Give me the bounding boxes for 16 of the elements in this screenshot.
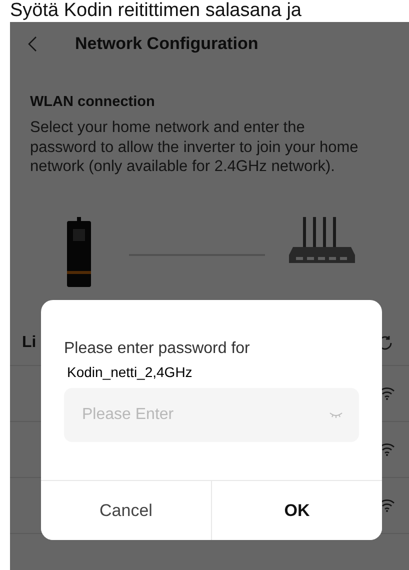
- section-description: Select your home network and enter the password to allow the inverter to join your home network (only available for 2.4GHz network).: [30, 118, 360, 176]
- wifi-icon: [379, 386, 395, 400]
- eye-closed-icon[interactable]: [329, 412, 343, 418]
- ok-button[interactable]: OK: [211, 481, 382, 540]
- password-field[interactable]: Please Enter: [64, 388, 359, 442]
- wifi-icon: [379, 442, 395, 456]
- caption-text: Syötä Kodin reitittimen salasana ja: [9, 0, 302, 22]
- inverter-drawing: [65, 216, 93, 286]
- dialog-prompt: Please enter password for: [64, 340, 251, 358]
- wifi-icon: [379, 498, 395, 512]
- router-drawing: [287, 216, 357, 264]
- list-heading: Li: [22, 334, 36, 352]
- network-name: Kodin_netti_2,4GHz: [66, 364, 194, 380]
- page-title: Network Configuration: [75, 34, 258, 54]
- back-icon[interactable]: [28, 36, 37, 52]
- section-heading: WLAN connection: [30, 94, 156, 110]
